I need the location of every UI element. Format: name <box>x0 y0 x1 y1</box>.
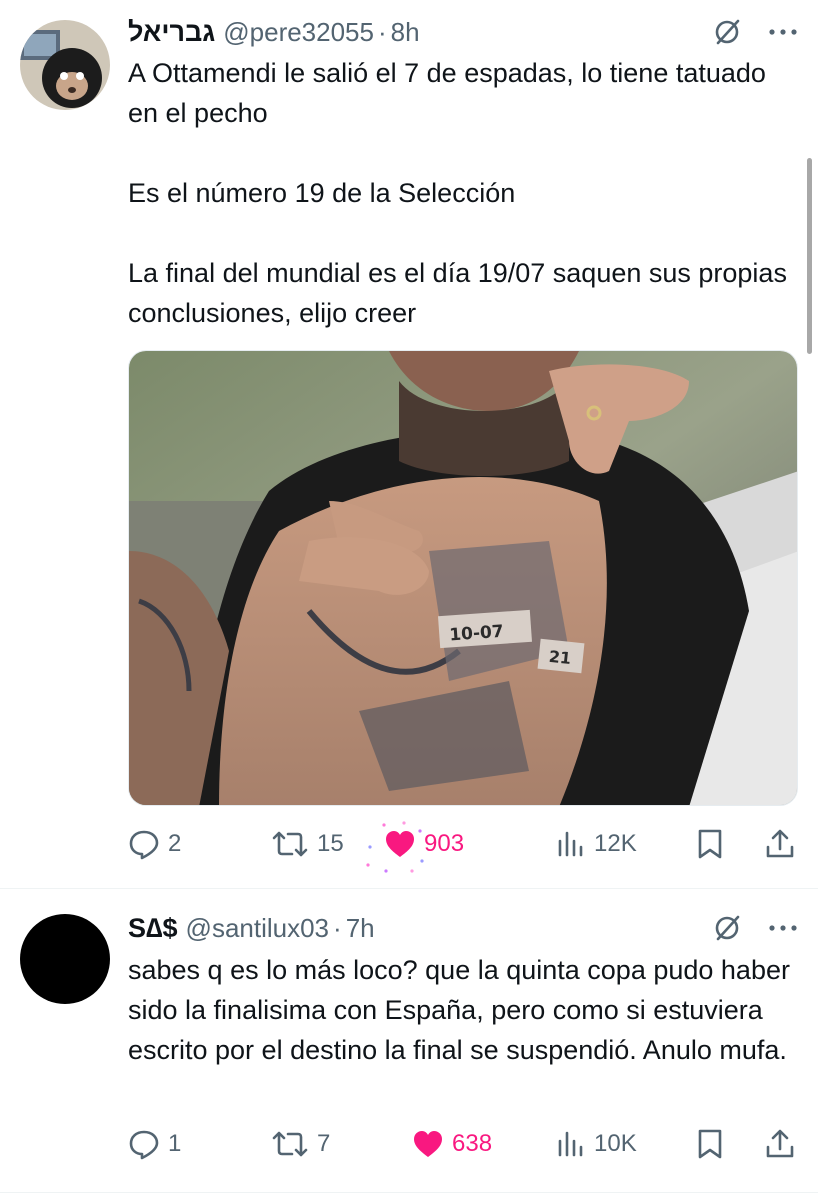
retweet-count: 15 <box>317 830 344 857</box>
tattoo-date-text: 10-07 <box>449 622 505 646</box>
reply-icon <box>129 830 159 860</box>
reply-icon <box>129 1130 159 1160</box>
tweet-text: A Ottamendi le salió el 7 de espadas, lo… <box>128 58 787 328</box>
like-count: 638 <box>452 1130 493 1157</box>
share-icon <box>766 829 794 858</box>
tweet-divider <box>0 888 818 889</box>
user-handle[interactable]: @pere32055 <box>223 17 374 48</box>
share-button[interactable] <box>764 1128 796 1160</box>
display-name[interactable]: S∆$ <box>128 913 178 944</box>
views-count: 10K <box>594 1130 637 1157</box>
bookmark-button[interactable] <box>696 1128 724 1160</box>
timestamp[interactable]: 7h <box>346 913 375 944</box>
reply-count: 1 <box>168 1130 182 1157</box>
tweet-text: sabes q es lo más loco? que la quinta co… <box>128 955 798 1065</box>
tweet-divider <box>0 1192 818 1193</box>
share-button[interactable] <box>764 828 796 860</box>
tweet-header: גבריאל @pere32055 · 8h <box>128 12 798 52</box>
heart-icon <box>386 831 414 857</box>
like-count: 903 <box>424 830 465 857</box>
retweet-icon <box>272 1131 308 1157</box>
tweet-image[interactable]: 10-07 21 <box>128 350 798 806</box>
tweet-actions: 2 15 903 12K <box>128 821 798 873</box>
tweet-header: S∆$ @santilux03 · 7h <box>128 908 798 948</box>
timestamp[interactable]: 8h <box>391 17 420 48</box>
tweet-1[interactable]: גבריאל @pere32055 · 8h A Ottamendi le sa… <box>0 0 818 890</box>
retweet-icon <box>272 831 308 857</box>
more-icon[interactable] <box>768 923 798 933</box>
heart-icon <box>414 1131 442 1157</box>
scrollbar[interactable] <box>807 158 812 354</box>
views-button[interactable]: 10K <box>556 1129 637 1159</box>
views-button[interactable]: 12K <box>556 829 637 859</box>
retweet-button[interactable]: 7 <box>271 1129 330 1159</box>
grok-icon[interactable] <box>712 913 742 943</box>
separator-dot: · <box>333 912 342 943</box>
views-icon <box>558 831 583 857</box>
separator-dot: · <box>377 16 387 47</box>
user-handle[interactable]: @santilux03 <box>186 913 329 944</box>
reply-count: 2 <box>168 830 182 857</box>
like-button[interactable]: 903 <box>366 821 465 873</box>
like-button[interactable]: 638 <box>412 1129 492 1159</box>
reply-button[interactable]: 2 <box>128 828 181 860</box>
avatar[interactable] <box>20 20 110 110</box>
grok-icon[interactable] <box>712 17 742 47</box>
views-icon <box>558 1131 583 1157</box>
bookmark-button[interactable] <box>696 828 724 860</box>
avatar[interactable] <box>20 914 110 1004</box>
retweet-count: 7 <box>317 1130 331 1157</box>
bookmark-icon <box>698 829 722 859</box>
share-icon <box>766 1129 794 1158</box>
more-icon[interactable] <box>768 27 798 37</box>
display-name[interactable]: גבריאל <box>128 17 215 48</box>
tweet-2[interactable]: S∆$ @santilux03 · 7h sabes q es lo más l… <box>0 890 818 1200</box>
reply-button[interactable]: 1 <box>128 1128 181 1160</box>
views-count: 12K <box>594 830 637 857</box>
tweet-actions: 1 7 638 10K <box>128 1124 798 1164</box>
retweet-button[interactable]: 15 <box>271 829 344 859</box>
bookmark-icon <box>698 1129 722 1159</box>
tattoo-number-text: 21 <box>548 647 572 668</box>
